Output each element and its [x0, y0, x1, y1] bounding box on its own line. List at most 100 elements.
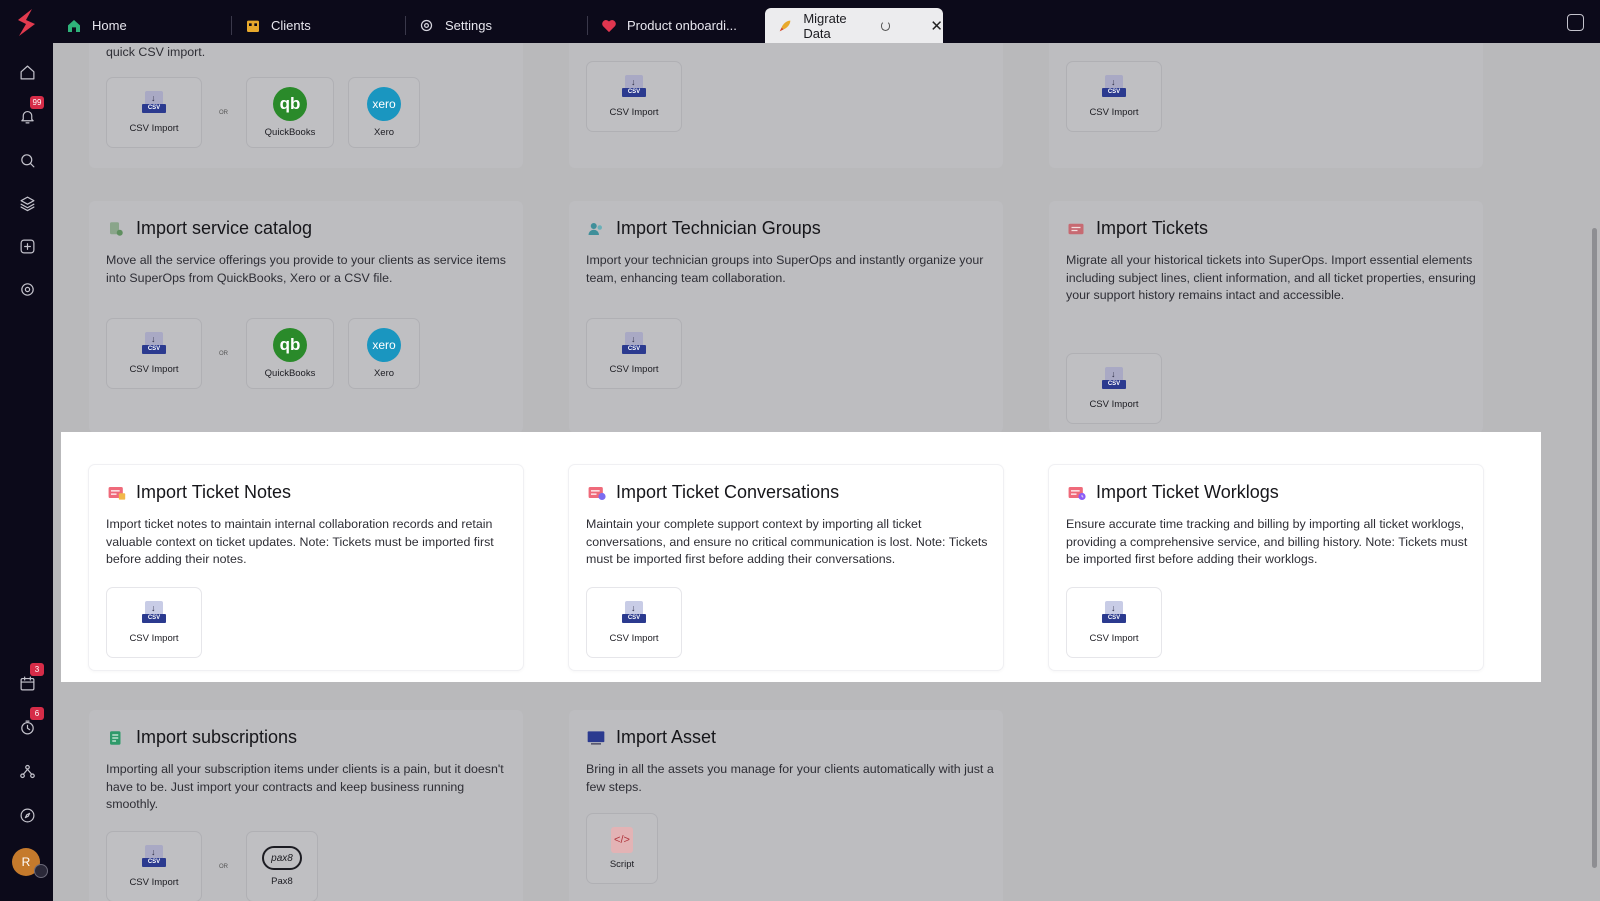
notifications-badge: 99 [30, 96, 44, 109]
service-catalog-icon [106, 219, 126, 239]
xero-logo-icon: xero [367, 328, 401, 362]
csv-file-icon: ↓ CSV [622, 75, 646, 101]
tab-product-onboarding[interactable]: Product onboardi... [588, 8, 760, 43]
tab-clients[interactable]: Clients [232, 8, 404, 43]
csv-file-icon: ↓ CSV [1102, 601, 1126, 627]
rocket-icon [777, 17, 793, 34]
csv-file-icon: ↓ CSV [1102, 367, 1126, 393]
quickbooks-tile[interactable]: qb QuickBooks [246, 318, 334, 389]
card-import-ticket-notes: Import Ticket Notes Import ticket notes … [89, 465, 523, 670]
subscriptions-icon [106, 728, 126, 748]
csv-file-icon: ↓ CSV [1102, 75, 1126, 101]
csv-import-tile[interactable]: ↓ CSV CSV Import [106, 831, 202, 901]
csv-file-icon: ↓ CSV [142, 91, 166, 117]
csv-file-icon: ↓ CSV [142, 332, 166, 358]
script-file-icon: </> [611, 827, 633, 853]
sidebar-compass-icon[interactable] [13, 801, 41, 829]
card-import-tickets: Import Tickets Migrate all your historic… [1049, 201, 1483, 433]
csv-import-tile[interactable]: ↓ CSV CSV Import [1066, 61, 1162, 132]
quickbooks-logo-icon: qb [273, 328, 307, 362]
card-desc-partial: quick CSV import. [106, 45, 206, 59]
sidebar-add-icon[interactable] [13, 232, 41, 260]
card-description: Move all the service offerings you provi… [106, 253, 506, 285]
csv-file-icon: ↓ CSV [622, 332, 646, 358]
migrate-data-content: quick CSV import. ↓ CSV CSV Import OR qb … [53, 43, 1600, 901]
card-description: Importing all your subscription items un… [106, 762, 504, 812]
card-import-asset: Import Asset Bring in all the assets you… [569, 710, 1003, 901]
csv-file-icon: ↓ CSV [622, 601, 646, 627]
bell-icon [20, 110, 34, 123]
card-import-clients: quick CSV import. ↓ CSV CSV Import OR qb … [89, 43, 523, 168]
vertical-scrollbar[interactable] [1592, 228, 1597, 868]
card-import-top-right: ↓ CSV CSV Import [1049, 43, 1483, 168]
xero-tile[interactable]: xero Xero [348, 318, 420, 389]
building-icon [244, 17, 261, 34]
card-title: Import Asset [616, 727, 717, 747]
pax8-logo-icon: pax8 [262, 846, 302, 870]
tab-label: Product onboardi... [627, 18, 737, 33]
script-tile[interactable]: </> Script [586, 813, 658, 884]
card-title: Import Ticket Notes [136, 482, 292, 502]
avatar-status-icon [34, 864, 48, 878]
csv-import-tile[interactable]: ↓ CSV CSV Import [1066, 353, 1162, 424]
tab-label: Migrate Data [803, 10, 847, 41]
card-import-subscriptions: Import subscriptions Importing all your … [89, 710, 523, 901]
tab-home[interactable]: Home [53, 8, 231, 43]
close-tab-icon[interactable]: ✕ [930, 17, 943, 35]
quickbooks-logo-icon: qb [273, 87, 307, 121]
technician-groups-icon [586, 219, 606, 239]
card-import-ticket-conversations: Import Ticket Conversations Maintain you… [569, 465, 1003, 670]
card-title: Import service catalog [136, 218, 313, 238]
sidebar-settings-icon[interactable] [13, 275, 41, 303]
card-import-service-catalog: Import service catalog Move all the serv… [89, 201, 523, 433]
tab-label: Clients [271, 18, 311, 33]
xero-logo-icon: xero [367, 87, 401, 121]
sidebar: 99 3 6 R [0, 0, 53, 901]
card-description: Migrate all your historical tickets into… [1066, 253, 1476, 303]
card-title: Import Ticket Worklogs [1096, 482, 1279, 502]
superops-logo[interactable] [10, 6, 42, 42]
csv-import-tile[interactable]: ↓ CSV CSV Import [586, 587, 682, 658]
sidebar-network-icon[interactable] [13, 757, 41, 785]
tab-bar: Home Clients Settings Product onboardi..… [53, 0, 1600, 43]
heart-icon [600, 17, 617, 34]
or-separator: OR [219, 351, 228, 357]
card-description: Import ticket notes to maintain internal… [106, 517, 494, 567]
csv-import-tile[interactable]: ↓ CSV CSV Import [586, 61, 682, 132]
ticket-worklogs-icon [1066, 483, 1086, 503]
csv-import-tile[interactable]: ↓ CSV CSV Import [586, 318, 682, 389]
card-description: Ensure accurate time tracking and billin… [1066, 517, 1468, 567]
card-title: Import subscriptions [136, 727, 298, 747]
csv-file-icon: ↓ CSV [142, 601, 166, 627]
loading-spinner-icon [880, 20, 891, 31]
tab-label: Home [92, 18, 127, 33]
card-title: Import Tickets [1096, 218, 1209, 238]
sidebar-timer-button[interactable]: 6 [13, 707, 44, 741]
sidebar-layers-icon[interactable] [13, 189, 41, 217]
sidebar-notifications-button[interactable]: 99 [13, 96, 44, 130]
sidebar-home-icon[interactable] [13, 58, 41, 86]
or-separator: OR [219, 110, 228, 116]
csv-import-tile[interactable]: ↓ CSV CSV Import [106, 318, 202, 389]
ticket-notes-icon [106, 483, 126, 503]
ticket-icon [1066, 219, 1086, 239]
calendar-badge: 3 [30, 663, 44, 676]
tab-settings[interactable]: Settings [406, 8, 578, 43]
card-title: Import Ticket Conversations [616, 482, 840, 502]
card-import-ticket-worklogs: Import Ticket Worklogs Ensure accurate t… [1049, 465, 1483, 670]
card-description: Maintain your complete support context b… [586, 517, 988, 567]
quickbooks-tile[interactable]: qb QuickBooks [246, 77, 334, 148]
tab-migrate-data[interactable]: Migrate Data ✕ [765, 8, 943, 43]
csv-import-tile[interactable]: ↓ CSV CSV Import [106, 77, 202, 148]
sidebar-calendar-button[interactable]: 3 [13, 663, 44, 697]
ticket-conversations-icon [586, 483, 606, 503]
pax8-tile[interactable]: pax8 Pax8 [246, 831, 318, 901]
asset-icon [586, 728, 606, 748]
csv-import-tile[interactable]: ↓ CSV CSV Import [106, 587, 202, 658]
sidebar-search-icon[interactable] [13, 146, 41, 174]
or-separator: OR [219, 864, 228, 870]
timer-badge: 6 [30, 707, 44, 720]
xero-tile[interactable]: xero Xero [348, 77, 420, 148]
tab-menu-chevron-icon[interactable] [1567, 14, 1584, 31]
csv-import-tile[interactable]: ↓ CSV CSV Import [1066, 587, 1162, 658]
